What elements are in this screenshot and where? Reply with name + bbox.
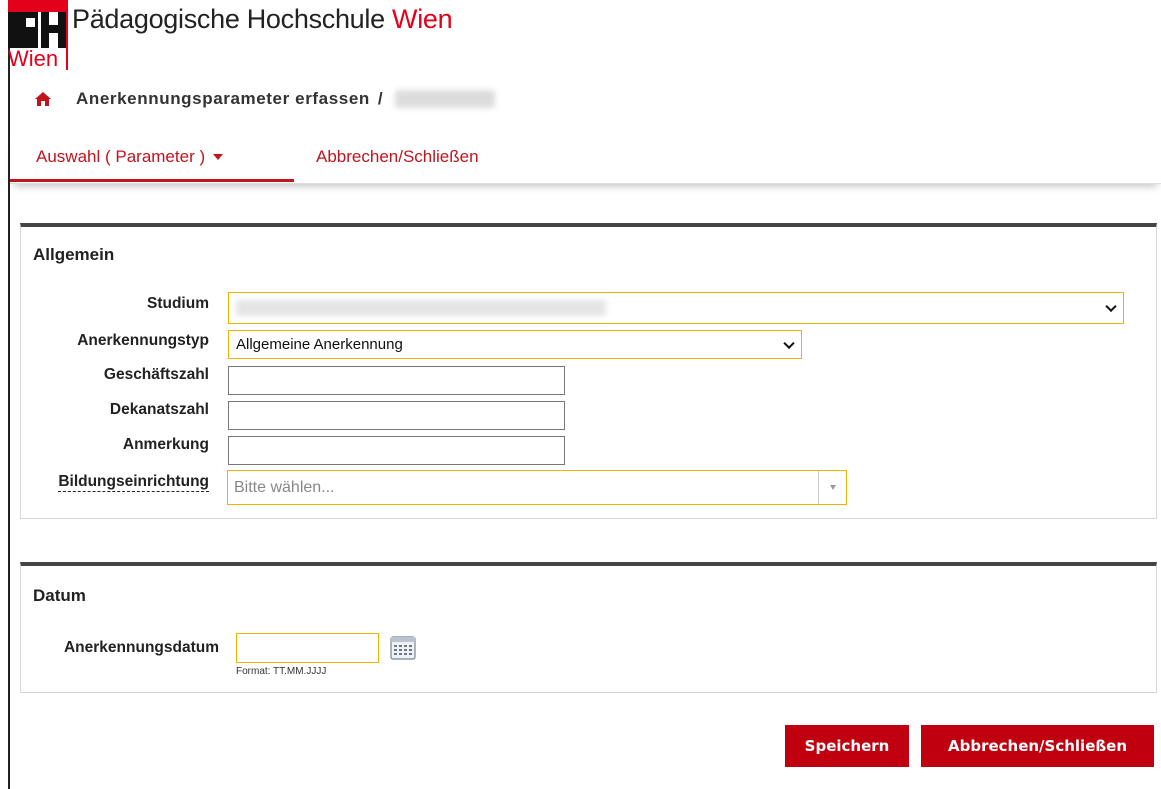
triangle-down-icon (829, 485, 836, 490)
cancel-close-button[interactable]: Abbrechen/Schließen (921, 725, 1154, 767)
school-name: Pädagogische Hochschule Wien (72, 4, 453, 35)
logo-divider (66, 4, 68, 70)
studium-redacted-value (236, 300, 606, 316)
active-tab-underline (10, 179, 294, 182)
ph-logo-mark (8, 0, 68, 50)
tab-auswahl-parameter[interactable]: Auswahl ( Parameter ) (36, 138, 224, 184)
datum-title: Datum (33, 586, 86, 605)
allgemein-panel: Allgemein Studium Anerkennungstyp Allgem… (20, 223, 1157, 519)
studium-label: Studium (147, 295, 209, 312)
logo-city-text: Wien (8, 46, 59, 71)
dekanatszahl-input[interactable] (228, 401, 565, 430)
studium-select[interactable] (228, 292, 1124, 324)
tab-abbrechen-label: Abbrechen/Schließen (316, 147, 479, 166)
anerkennungsdatum-label: Anerkennungsdatum (63, 639, 219, 656)
tab-abbrechen-schliessen[interactable]: Abbrechen/Schließen (316, 138, 479, 184)
date-format-hint: Format: TT.MM.JJJJ (236, 666, 327, 677)
home-icon[interactable] (34, 90, 52, 108)
save-button[interactable]: Speichern (785, 725, 909, 767)
school-name-city: Wien (392, 4, 453, 34)
bildungseinrichtung-select[interactable]: Bitte wählen... (227, 470, 847, 505)
datum-panel: Datum Anerkennungsdatum Format: TT.MM.JJ… (20, 562, 1157, 693)
anerkennungsdatum-input[interactable] (236, 633, 379, 663)
page-left-border (8, 0, 10, 789)
anmerkung-input[interactable] (228, 436, 565, 465)
dropdown-toggle[interactable] (818, 471, 846, 504)
action-nav: Auswahl ( Parameter ) Abbrechen/Schließe… (10, 138, 1161, 184)
geschaeftszahl-label: Geschäftszahl (103, 366, 209, 383)
caret-down-icon (213, 154, 224, 160)
ph-wien-logo[interactable]: Wien (8, 0, 68, 70)
chevron-down-icon (1105, 300, 1117, 313)
bildungseinrichtung-placeholder: Bitte wählen... (234, 478, 335, 496)
tab-auswahl-label: Auswahl ( Parameter ) (36, 147, 206, 166)
school-name-main: Pädagogische Hochschule (72, 4, 385, 34)
bildungseinrichtung-label[interactable]: Bildungseinrichtung (58, 473, 209, 492)
geschaeftszahl-input[interactable] (228, 366, 565, 395)
allgemein-title: Allgemein (33, 245, 115, 264)
breadcrumb-redacted-name (394, 90, 495, 108)
page-title: Anerkennungsparameter erfassen (76, 89, 370, 108)
calendar-icon[interactable] (390, 636, 416, 660)
chevron-down-icon (783, 337, 795, 349)
breadcrumb-separator: / (377, 89, 383, 108)
anmerkung-label: Anmerkung (122, 436, 209, 453)
anerkennungstyp-select[interactable]: Allgemeine Anerkennung (228, 330, 802, 359)
anerkennungstyp-value: Allgemeine Anerkennung (236, 336, 403, 353)
breadcrumb: Anerkennungsparameter erfassen / (34, 89, 495, 109)
dekanatszahl-label: Dekanatszahl (109, 401, 209, 418)
anerkennungstyp-label: Anerkennungstyp (77, 332, 209, 349)
